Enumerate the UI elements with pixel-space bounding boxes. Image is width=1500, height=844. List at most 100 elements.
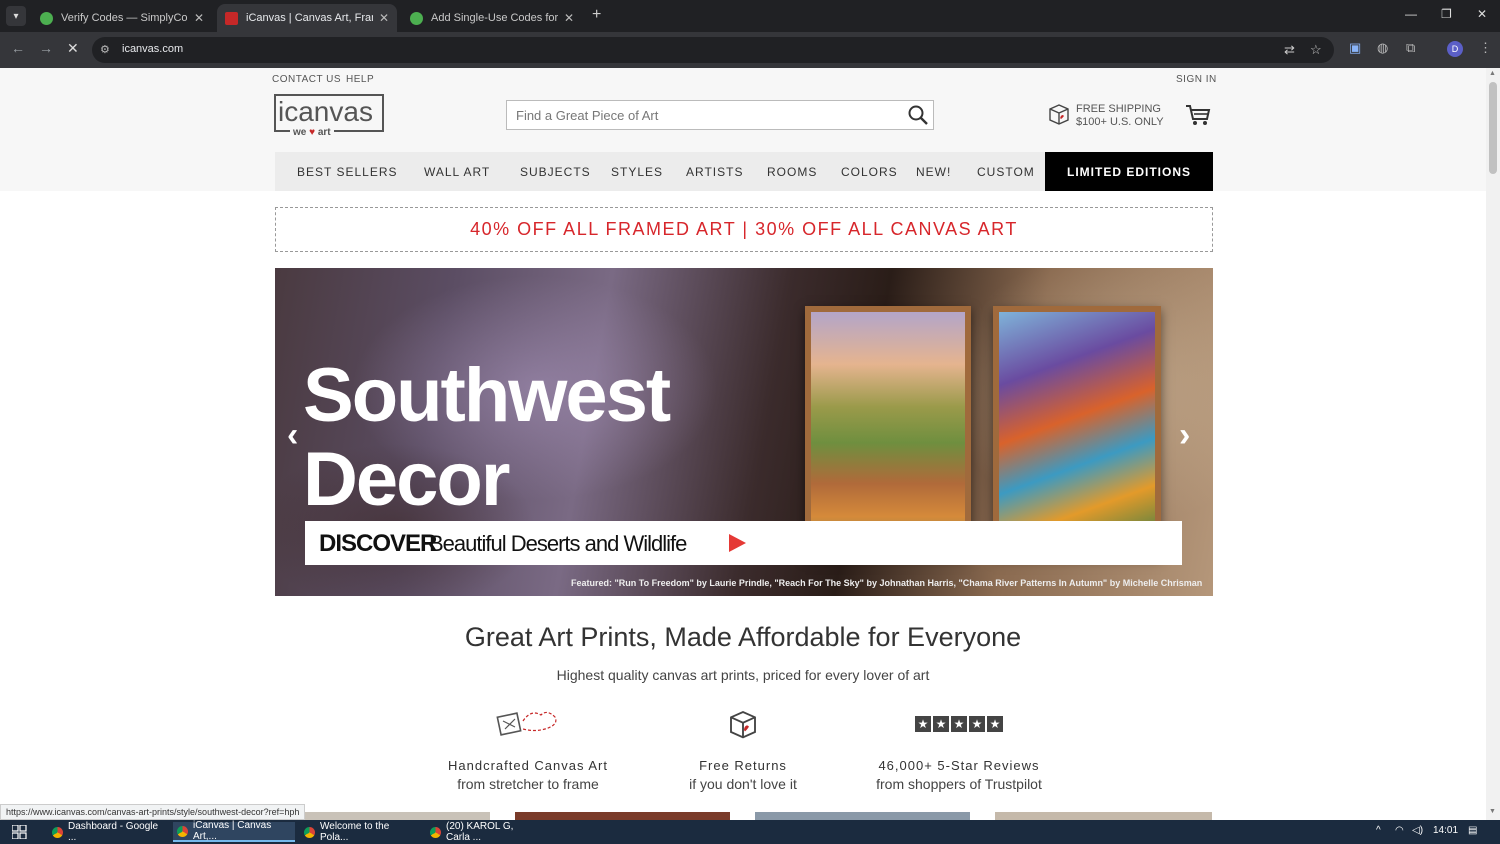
link-status-bubble: https://www.icanvas.com/canvas-art-print…: [0, 804, 306, 820]
contact-us-link[interactable]: CONTACT US: [272, 74, 341, 85]
feature-reviews: ★ ★ ★ ★ ★ 46,000+ 5-Star Reviews from sh…: [849, 706, 1069, 792]
section-title: Great Art Prints, Made Affordable for Ev…: [464, 622, 1022, 652]
simplycodes-favicon-icon: [410, 11, 423, 25]
help-link[interactable]: HELP: [346, 74, 374, 85]
browser-tab-icanvas[interactable]: iCanvas | Canvas Art, Framed C ✕: [217, 4, 397, 32]
os-taskbar: Dashboard - Google ... iCanvas | Canvas …: [0, 820, 1500, 844]
sign-in-link[interactable]: SIGN IN: [1176, 74, 1217, 85]
notifications-icon[interactable]: ▤: [1468, 825, 1477, 836]
extensions-puzzle-icon[interactable]: ⧉: [1406, 40, 1415, 56]
hero-cta-bold: DISCOVER: [319, 530, 437, 557]
browser-tab-polar[interactable]: Add Single-Use Codes for Polar ✕: [402, 4, 582, 32]
profile-avatar[interactable]: D: [1447, 41, 1463, 57]
nav-artists[interactable]: ARTISTS: [686, 165, 743, 179]
taskbar-item-label: Welcome to the Pola...: [320, 821, 390, 843]
icanvas-favicon-icon: [225, 11, 238, 25]
shopping-cart-icon[interactable]: [1185, 103, 1211, 127]
carousel-prev-icon[interactable]: ‹: [287, 416, 298, 455]
tray-overflow-icon[interactable]: ^: [1376, 825, 1381, 836]
hero-title-line2: Decor: [303, 437, 510, 522]
nav-subjects[interactable]: SUBJECTS: [520, 165, 591, 179]
feature-handcrafted: Handcrafted Canvas Art from stretcher to…: [418, 706, 638, 792]
hero-cta-bar[interactable]: DISCOVER Beautiful Deserts and Wildlife: [305, 521, 1182, 565]
minimize-icon[interactable]: —: [1405, 7, 1417, 21]
category-thumbnail[interactable]: [515, 812, 730, 820]
close-tab-icon[interactable]: ✕: [564, 11, 574, 25]
logo-tagline: we ♥ art: [290, 127, 334, 138]
tab-list-button[interactable]: ▾: [6, 6, 26, 26]
hero-carousel[interactable]: Southwest Decor DISCOVER Beautiful Deser…: [275, 268, 1213, 596]
tab-title: Add Single-Use Codes for Polar: [431, 12, 558, 24]
star-icon: ★: [969, 716, 985, 732]
icanvas-logo[interactable]: icanvas we ♥ art: [274, 94, 386, 138]
wifi-icon[interactable]: ◠: [1395, 825, 1404, 836]
free-shipping-box-icon: [1049, 104, 1069, 125]
taskbar-item-label: (20) KAROL G, Carla ...: [446, 821, 514, 843]
category-thumbnail[interactable]: [275, 812, 490, 820]
browser-tab-bar: ▾ Verify Codes — SimplyCodes ✕ iCanvas |…: [0, 0, 1500, 32]
nav-new[interactable]: NEW!: [916, 165, 951, 179]
scroll-down-icon[interactable]: ▼: [1489, 808, 1496, 815]
star-icon: ★: [951, 716, 967, 732]
nav-styles[interactable]: STYLES: [611, 165, 663, 179]
play-arrow-icon: [729, 534, 746, 552]
taskbar-item-polar[interactable]: Welcome to the Pola...: [300, 821, 420, 843]
logo-tag-we: we: [293, 127, 307, 138]
chrome-icon: [430, 826, 441, 838]
nav-wall-art[interactable]: WALL ART: [424, 165, 490, 179]
extension-icon[interactable]: ◍: [1377, 40, 1388, 56]
feature-subtext: from shoppers of Trustpilot: [876, 776, 1042, 792]
feature-heading: Handcrafted Canvas Art: [447, 758, 609, 773]
main-navigation: BEST SELLERS WALL ART SUBJECTS STYLES AR…: [275, 152, 1213, 191]
featured-painting-river: [993, 306, 1161, 556]
volume-icon[interactable]: ◁): [1412, 825, 1423, 836]
search-input[interactable]: Find a Great Piece of Art: [506, 100, 934, 130]
browser-menu-icon[interactable]: ⋮: [1479, 40, 1492, 56]
close-tab-icon[interactable]: ✕: [379, 11, 389, 25]
back-icon[interactable]: ←: [11, 40, 25, 56]
star-icon: ★: [933, 716, 949, 732]
webpage: CONTACT US HELP SIGN IN icanvas we ♥ art…: [0, 68, 1486, 820]
browser-tab-simplycodes[interactable]: Verify Codes — SimplyCodes ✕: [32, 4, 212, 32]
carousel-next-icon[interactable]: ›: [1179, 416, 1190, 455]
nav-rooms[interactable]: ROOMS: [767, 165, 817, 179]
new-tab-icon[interactable]: +: [592, 6, 601, 24]
page-scrollbar[interactable]: ▲ ▼: [1486, 68, 1500, 820]
stop-loading-icon[interactable]: ✕: [67, 40, 79, 57]
extension-translate-icon[interactable]: ▣: [1349, 40, 1361, 56]
address-url[interactable]: icanvas.com: [122, 43, 183, 55]
category-thumbnail[interactable]: [995, 812, 1212, 820]
taskbar-item-dashboard[interactable]: Dashboard - Google ...: [48, 821, 166, 843]
bookmark-star-icon[interactable]: ☆: [1310, 42, 1322, 58]
nav-limited-editions[interactable]: LIMITED EDITIONS: [1045, 152, 1213, 191]
search-icon[interactable]: [907, 104, 929, 126]
clock[interactable]: 14:01: [1433, 825, 1458, 836]
restore-icon[interactable]: ❐: [1441, 7, 1452, 21]
hero-title-line1: Southwest: [303, 353, 671, 438]
start-menu-icon[interactable]: [12, 825, 27, 839]
free-shipping-line2: $100+ U.S. ONLY: [1076, 116, 1164, 128]
hero-cta-text: Beautiful Deserts and Wildlife: [429, 531, 687, 556]
address-bar[interactable]: ⚙ icanvas.com ⇄ ☆: [92, 37, 1334, 63]
close-tab-icon[interactable]: ✕: [194, 11, 204, 25]
translate-icon[interactable]: ⇄: [1284, 42, 1295, 58]
simplycodes-favicon-icon: [40, 11, 53, 25]
category-thumbnail[interactable]: [755, 812, 970, 820]
logo-wordmark: icanvas: [278, 98, 377, 126]
nav-best-sellers[interactable]: BEST SELLERS: [297, 165, 398, 179]
nav-colors[interactable]: COLORS: [841, 165, 898, 179]
close-window-icon[interactable]: ✕: [1477, 7, 1487, 21]
promo-banner[interactable]: 40% OFF ALL FRAMED ART | 30% OFF ALL CAN…: [275, 207, 1213, 252]
scroll-up-icon[interactable]: ▲: [1489, 70, 1496, 77]
feature-free-returns: Free Returns if you don't love it: [633, 706, 853, 792]
scroll-thumb[interactable]: [1489, 82, 1497, 174]
free-shipping-line1: FREE SHIPPING: [1076, 103, 1161, 115]
taskbar-item-youtube[interactable]: (20) KAROL G, Carla ...: [426, 821, 544, 843]
forward-icon[interactable]: →: [39, 40, 53, 56]
taskbar-item-icanvas[interactable]: iCanvas | Canvas Art,...: [173, 820, 295, 842]
tab-title: Verify Codes — SimplyCodes: [61, 12, 188, 24]
chrome-icon: [177, 825, 188, 837]
nav-custom[interactable]: CUSTOM: [977, 165, 1035, 179]
five-stars-icon: ★ ★ ★ ★ ★: [849, 706, 1069, 742]
site-info-icon[interactable]: ⚙: [100, 43, 110, 56]
